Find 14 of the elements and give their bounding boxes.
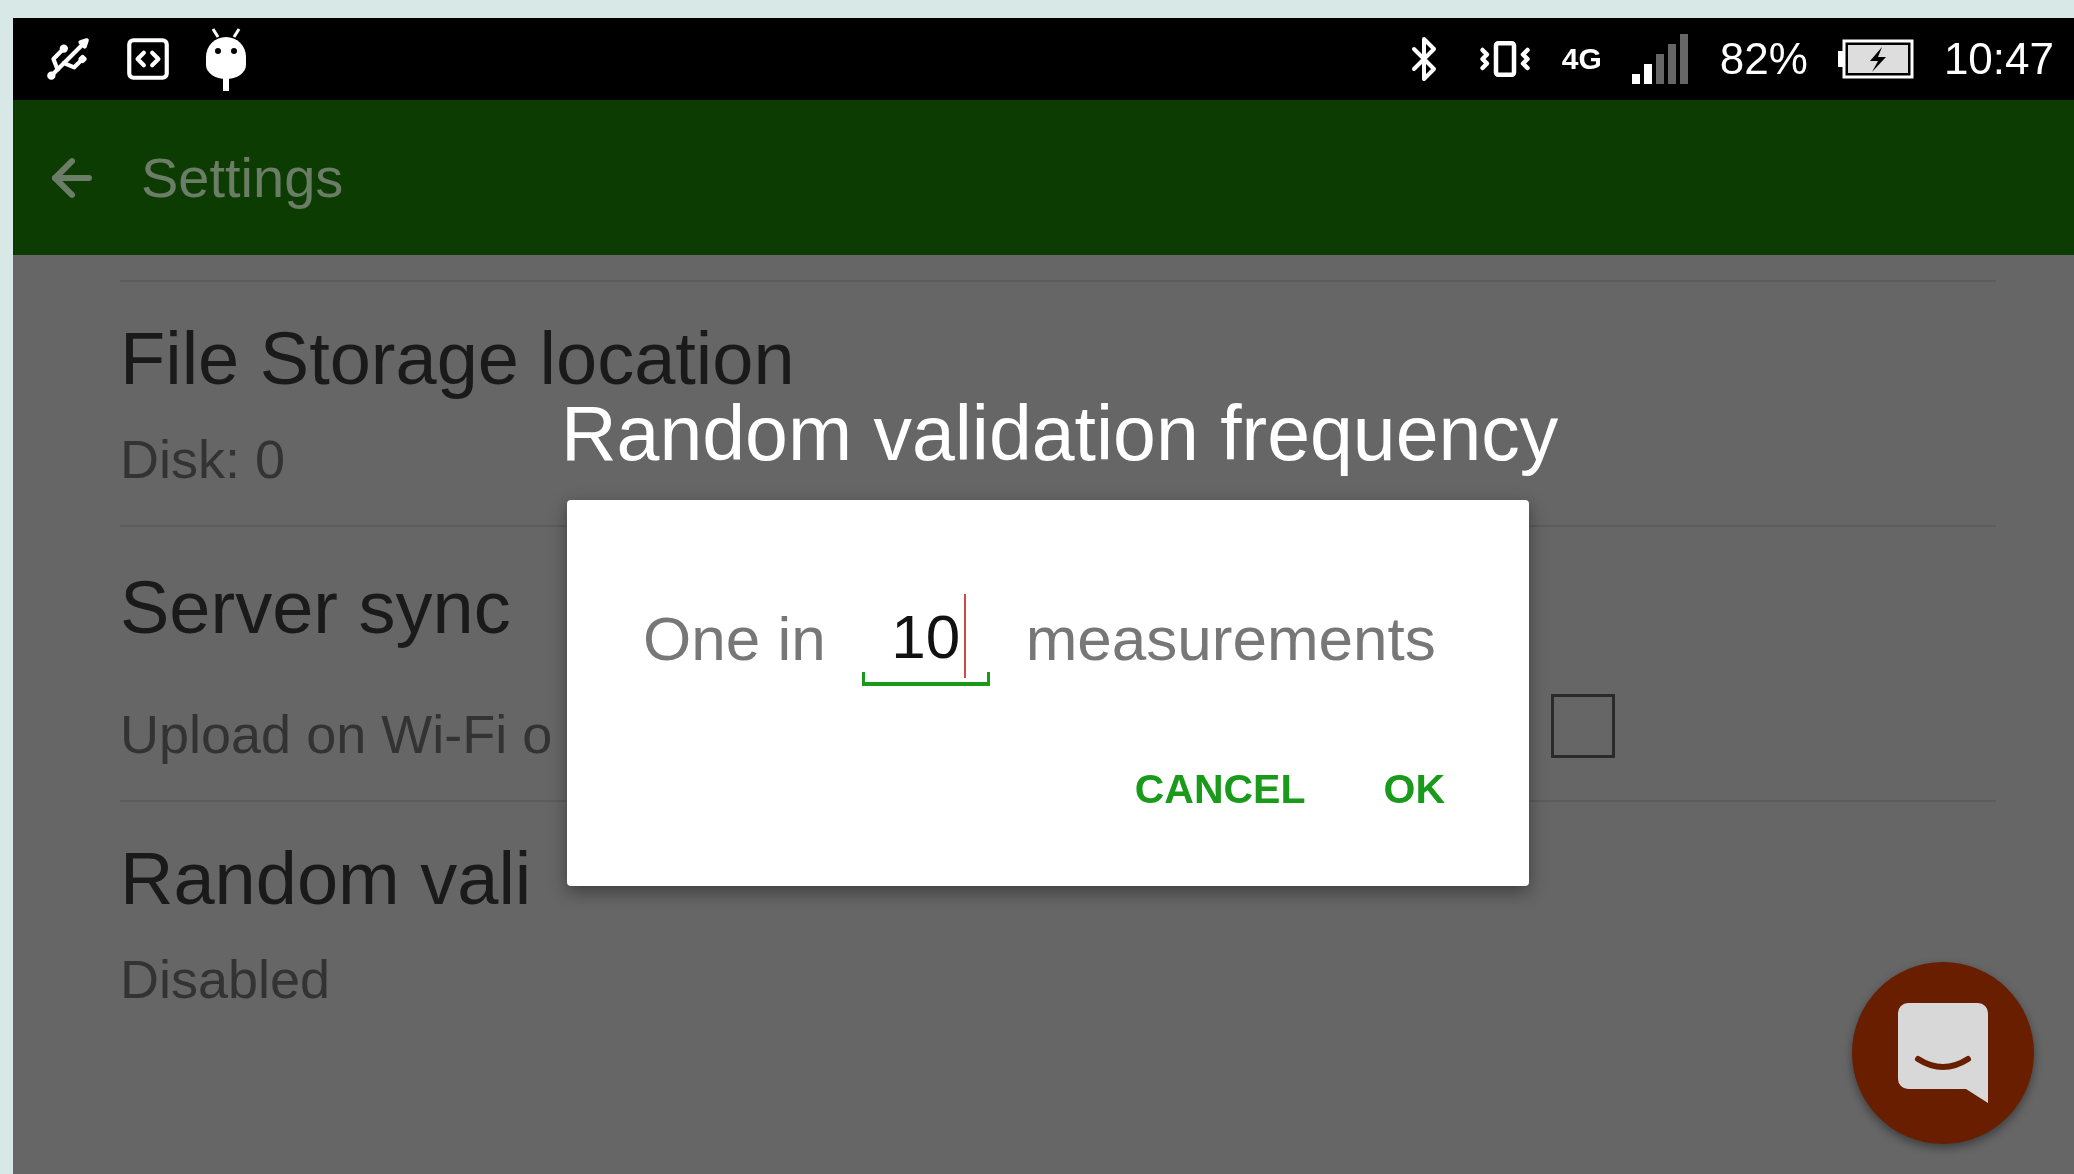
suffix-label: measurements — [1025, 602, 1436, 674]
prefix-label: One in — [643, 602, 826, 674]
signal-icon — [1631, 34, 1690, 84]
dialog-button[interactable]: CANCEL — [1130, 762, 1310, 817]
checkbox[interactable] — [1551, 694, 1615, 758]
clock: 10:47 — [1943, 34, 2054, 84]
android-icon — [203, 27, 249, 91]
chat-icon — [1896, 1001, 1990, 1105]
battery-percent: 82% — [1719, 34, 1808, 84]
network-type: 4G — [1561, 44, 1602, 74]
dialog-button[interactable]: OK — [1379, 762, 1449, 817]
app-bar-title: Settings — [141, 145, 344, 210]
battery-charging-icon — [1837, 39, 1914, 79]
setting-title: Random vali — [120, 841, 532, 916]
